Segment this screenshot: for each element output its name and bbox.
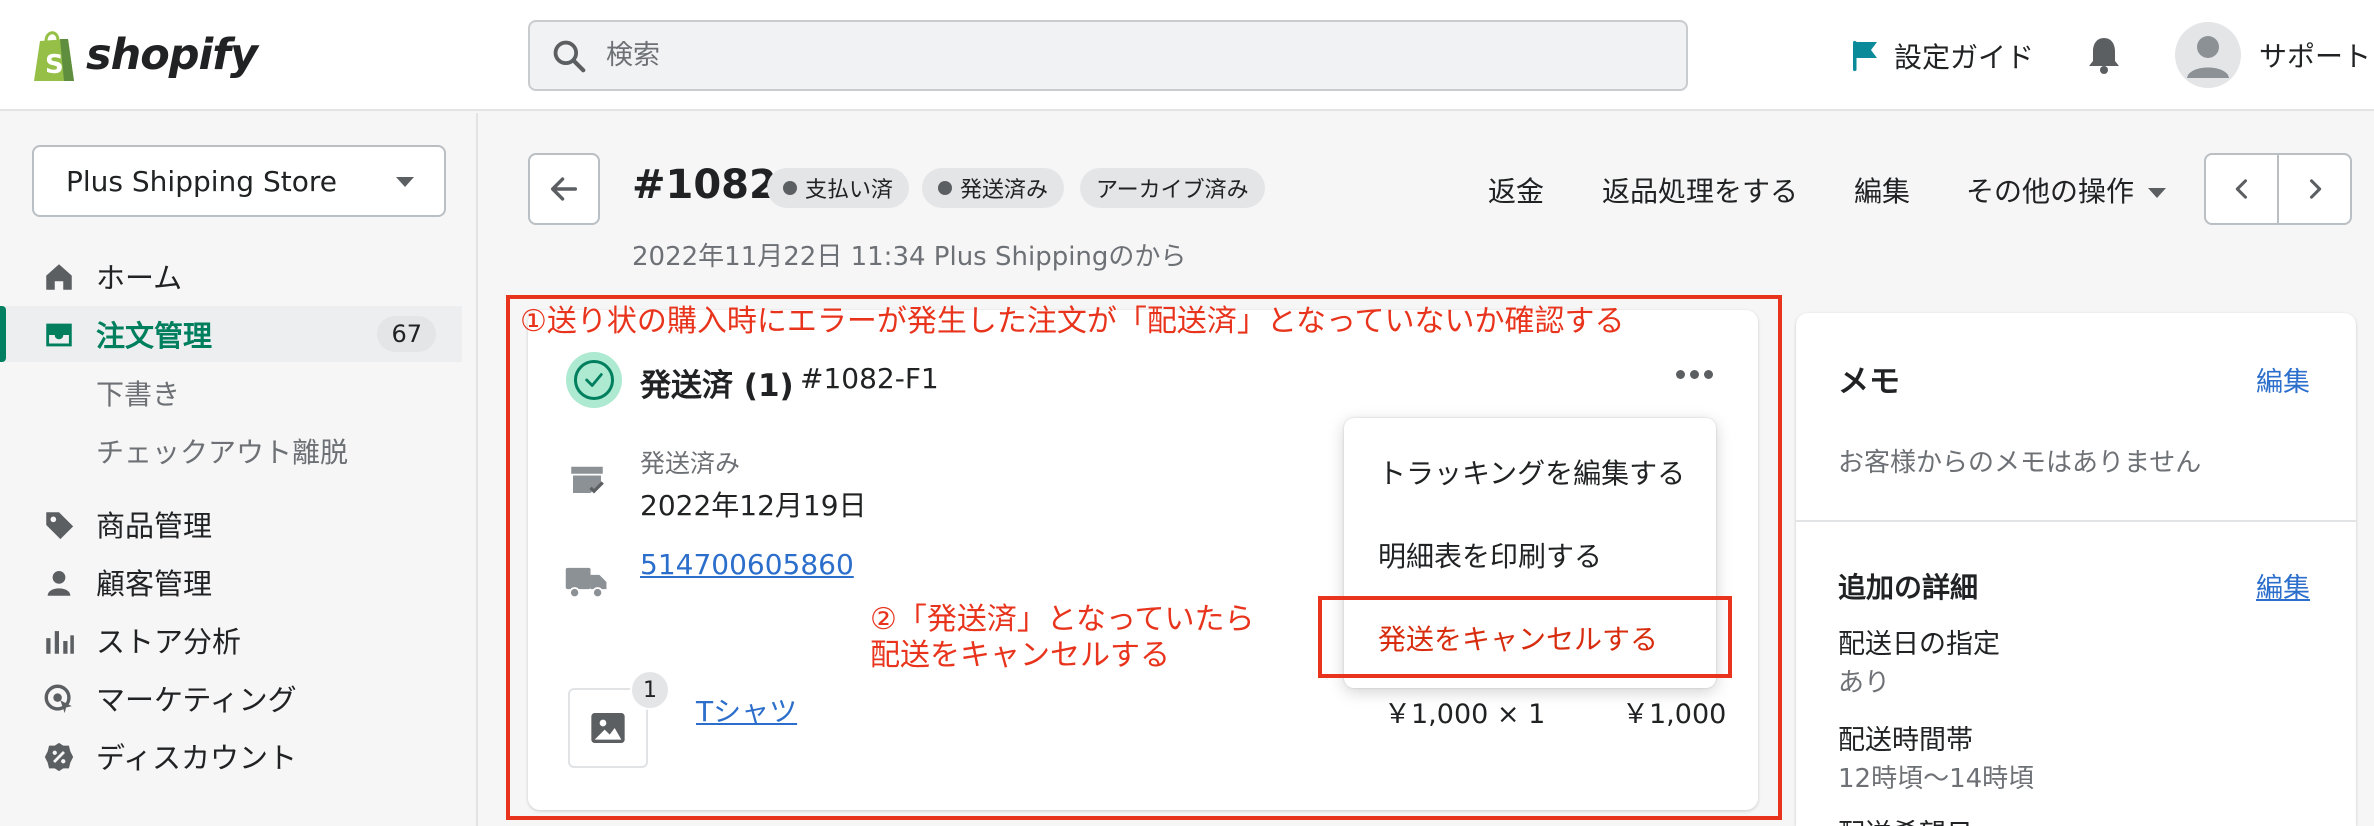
sidebar-subitem-abandoned-checkouts[interactable]: チェックアウト離脱 (96, 431, 348, 471)
return-button[interactable]: 返品処理をする (1602, 170, 1798, 210)
sidebar-item-marketing[interactable]: マーケティング (0, 670, 462, 726)
store-name: Plus Shipping Store (66, 164, 337, 198)
user-name: サポート (2259, 40, 2372, 73)
sidebar-item-analytics[interactable]: ストア分析 (0, 612, 462, 668)
edit-order-button[interactable]: 編集 (1854, 170, 1910, 210)
detail-label-time-slot: 配送時間帯 (1838, 725, 1973, 756)
sidebar-item-label: ストア分析 (96, 625, 242, 659)
home-icon (46, 264, 72, 290)
additional-details-title: 追加の詳細 (1838, 571, 1979, 604)
order-pager (2204, 153, 2352, 225)
sidebar-item-customers[interactable]: 顧客管理 (0, 554, 462, 610)
chevron-right-icon (2309, 179, 2321, 199)
back-button[interactable] (528, 153, 600, 225)
badge-label: 発送済み (960, 178, 1049, 203)
badge-label: 支払い済 (805, 178, 894, 203)
order-subtitle: 2022年11月22日 11:34 Plus Shippingのから (632, 242, 1187, 272)
status-badge-fulfilled: 発送済み (922, 168, 1065, 208)
marketing-icon (44, 684, 72, 714)
more-actions-button[interactable]: その他の操作 (1966, 170, 2167, 210)
previous-order-button[interactable] (2206, 155, 2279, 223)
sidebar-item-label: 商品管理 (96, 509, 213, 543)
annotation-step1: ①送り状の購入時にエラーが発生した注文が「配送済」となっていないか確認する (520, 304, 1625, 339)
sidebar-item-home[interactable]: ホーム (0, 248, 462, 304)
flag-icon (1853, 41, 1877, 71)
notifications-button[interactable] (2087, 35, 2121, 79)
bell-icon (2089, 38, 2119, 74)
status-dot-icon (938, 181, 952, 195)
caret-down-icon (396, 177, 414, 187)
sidebar-item-label: ディスカウント (96, 741, 297, 775)
caret-down-icon (2148, 188, 2167, 198)
sidebar-item-label: 注文管理 (96, 319, 213, 353)
top-bar: S shopify 設定ガイド サポート (0, 0, 2374, 111)
brand-name: shopify (86, 30, 258, 80)
refund-button[interactable]: 返金 (1488, 170, 1544, 210)
divider (1796, 520, 2356, 522)
setup-guide-link[interactable]: 設定ガイド (1850, 36, 2034, 76)
status-dot-icon (783, 181, 797, 195)
user-menu[interactable]: サポート (2175, 22, 2371, 88)
edit-details-link[interactable]: 編集 (2256, 566, 2310, 605)
sidebar-item-orders[interactable]: 注文管理 67 (0, 306, 462, 362)
annotation-step2-line1: ②「発送済」となっていたら (870, 602, 1255, 637)
memo-empty-text: お客様からのメモはありません (1838, 448, 2202, 478)
status-badge-paid: 支払い済 (767, 168, 910, 208)
avatar (2175, 22, 2241, 88)
detail-label-delivery-date: 配送日の指定 (1838, 629, 2000, 660)
page-title: #1082 (632, 162, 777, 208)
order-count-badge: 67 (377, 316, 436, 352)
tag-icon (46, 512, 74, 540)
more-actions-label: その他の操作 (1966, 175, 2135, 208)
store-selector[interactable]: Plus Shipping Store (32, 145, 446, 217)
setup-guide-label: 設定ガイド (1894, 41, 2035, 74)
status-badge-archived: アーカイブ済み (1080, 168, 1265, 208)
sidebar-item-discounts[interactable]: ディスカウント (0, 728, 462, 784)
shopify-bag-icon: S (34, 31, 74, 81)
user-avatar-icon (2187, 36, 2229, 78)
sidebar-subitem-drafts[interactable]: 下書き (96, 373, 180, 413)
detail-value-delivery-date: あり (1838, 668, 1891, 698)
search-input[interactable] (606, 40, 1606, 71)
arrow-left-icon (550, 177, 578, 201)
sidebar: Plus Shipping Store ホーム 注文管理 67 下書き チェック… (0, 113, 478, 826)
memo-title: メモ (1838, 364, 1900, 400)
person-icon (47, 570, 71, 596)
bar-chart-icon (46, 631, 74, 654)
next-order-button[interactable] (2279, 155, 2350, 223)
edit-memo-link[interactable]: 編集 (2256, 360, 2310, 399)
sidebar-item-label: マーケティング (96, 683, 297, 717)
orders-icon (46, 323, 72, 347)
annotation-box-fulfillment (506, 295, 1782, 820)
svg-text:S: S (45, 50, 64, 80)
badge-label: アーカイブ済み (1096, 178, 1249, 203)
annotation-step2-line2: 配送をキャンセルする (870, 638, 1170, 673)
chevron-left-icon (2235, 179, 2247, 199)
search-icon (553, 40, 586, 72)
sidebar-item-label: ホーム (96, 261, 183, 295)
sidebar-item-label: 顧客管理 (96, 567, 213, 601)
search-bar[interactable] (528, 20, 1688, 91)
annotation-box-cancel (1318, 596, 1732, 678)
discount-icon (44, 742, 74, 772)
detail-label-preferred-date: 配送希望日 (1838, 812, 1973, 826)
shopify-logo[interactable]: S shopify (30, 25, 258, 85)
detail-value-time-slot: 12時頃〜14時頃 (1838, 764, 2035, 794)
sidebar-item-products[interactable]: 商品管理 (0, 496, 462, 552)
